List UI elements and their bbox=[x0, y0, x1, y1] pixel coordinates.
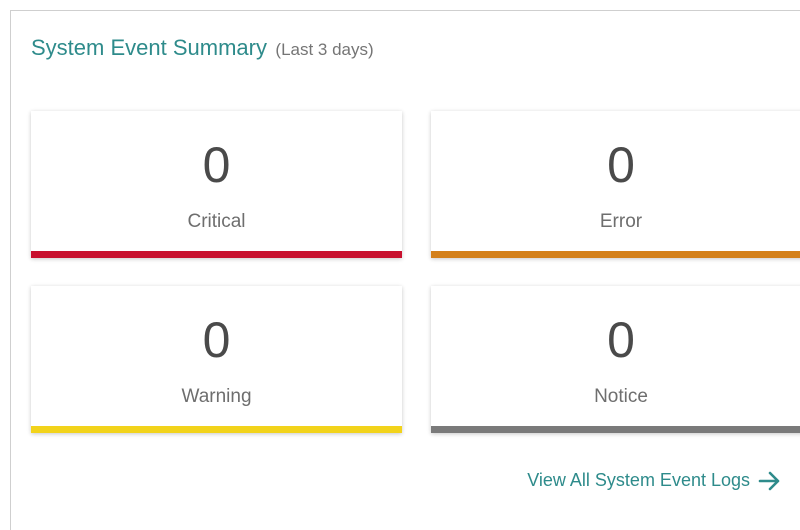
error-count: 0 bbox=[607, 137, 635, 193]
system-event-summary-panel: System Event Summary (Last 3 days) 0 Cri… bbox=[10, 10, 800, 530]
critical-count: 0 bbox=[202, 137, 231, 193]
warning-severity-bar bbox=[31, 426, 402, 433]
critical-severity-bar bbox=[31, 251, 402, 258]
error-label: Error bbox=[599, 211, 643, 232]
error-severity-bar bbox=[431, 251, 800, 258]
panel-title: System Event Summary bbox=[31, 35, 267, 60]
panel-subtitle: (Last 3 days) bbox=[275, 40, 374, 59]
critical-label: Critical bbox=[187, 211, 246, 232]
view-all-link-label: View All System Event Logs bbox=[527, 470, 750, 490]
warning-count: 0 bbox=[202, 312, 231, 368]
error-event-card[interactable]: 0 Error bbox=[431, 111, 800, 258]
critical-event-card[interactable]: 0 Critical bbox=[31, 111, 402, 258]
notice-label: Notice bbox=[594, 386, 648, 407]
notice-event-card[interactable]: 0 Notice bbox=[431, 286, 800, 433]
notice-count: 0 bbox=[607, 312, 635, 368]
panel-header: System Event Summary (Last 3 days) bbox=[31, 35, 374, 61]
arrow-right-icon bbox=[758, 471, 780, 490]
warning-event-card[interactable]: 0 Warning bbox=[31, 286, 402, 433]
view-all-system-event-logs-link[interactable]: View All System Event Logs bbox=[527, 470, 782, 491]
warning-label: Warning bbox=[181, 386, 252, 407]
notice-severity-bar bbox=[431, 426, 800, 433]
